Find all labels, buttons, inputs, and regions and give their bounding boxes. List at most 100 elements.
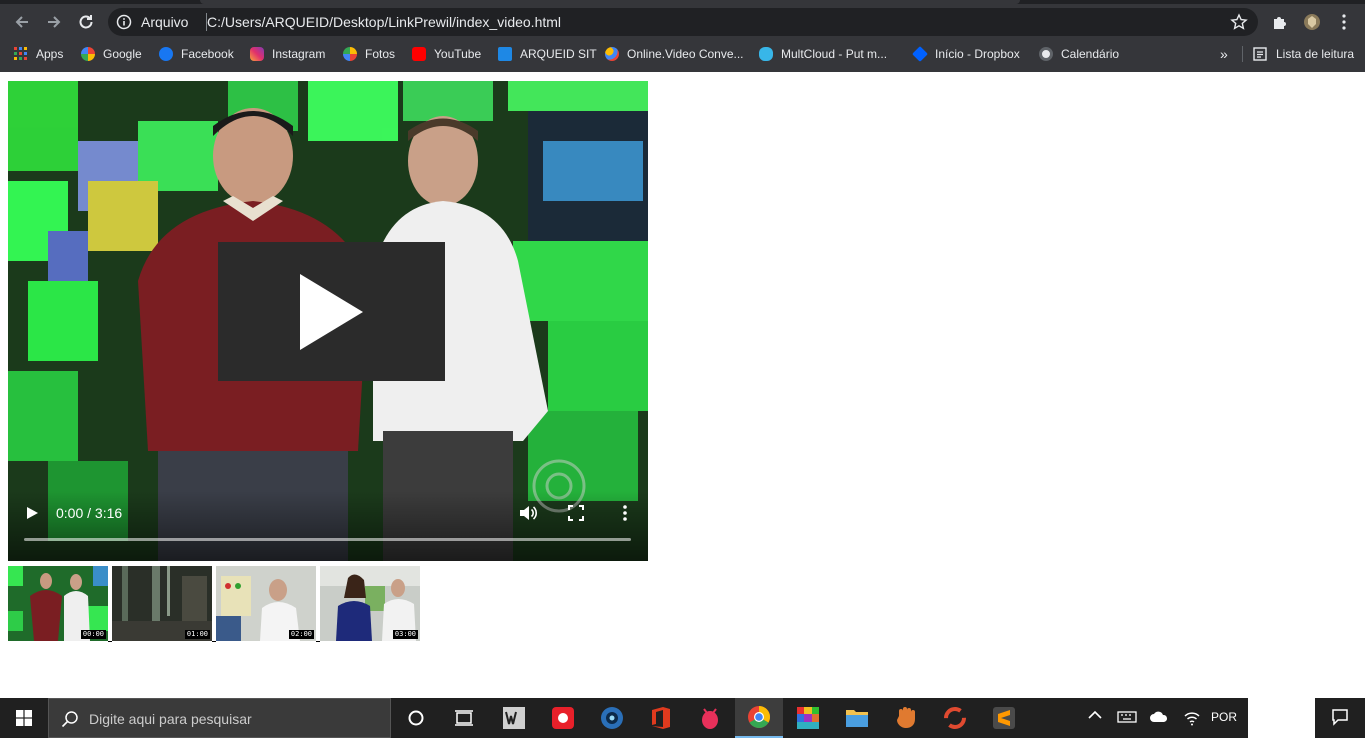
media-app-icon — [601, 707, 623, 729]
chapter-thumbnail[interactable]: 03:00 — [320, 566, 420, 641]
video-player[interactable]: 0:00 / 3:16 — [8, 81, 648, 561]
show-hidden-icons-button[interactable] — [1085, 710, 1105, 720]
link-underline — [108, 641, 112, 642]
keyboard-tray-button[interactable] — [1116, 710, 1138, 724]
extensions-button[interactable] — [1270, 12, 1290, 32]
notification-icon — [1332, 709, 1348, 726]
glove-icon — [897, 707, 915, 728]
controls-overlay — [8, 491, 648, 561]
chrome-icon — [748, 706, 770, 728]
menu-button[interactable] — [1334, 12, 1354, 32]
windows-start-icon[interactable] — [16, 710, 32, 726]
chevron-up-icon — [1088, 710, 1102, 719]
taskbar-app-word[interactable] — [490, 698, 538, 738]
security-label: Arquivo — [141, 14, 189, 30]
bookmark-instagram[interactable]: Instagram — [250, 45, 325, 63]
taskbar-app-media[interactable] — [588, 698, 636, 738]
folder-icon — [846, 710, 868, 727]
fullscreen-icon[interactable] — [567, 504, 585, 522]
taskbar-app-office[interactable] — [637, 698, 685, 738]
apps-grid-icon — [14, 47, 27, 60]
taskbar-app-ring[interactable] — [931, 698, 979, 738]
big-play-button[interactable] — [218, 242, 445, 381]
kebab-menu-icon — [1342, 14, 1346, 30]
bookmark-fotos[interactable]: Fotos — [343, 45, 395, 63]
taskbar-app-sublime[interactable] — [980, 698, 1028, 738]
search-placeholder: Digite aqui para pesquisar — [89, 711, 252, 727]
facebook-icon — [159, 47, 173, 61]
photos-icon — [343, 47, 357, 61]
bookmark-label: Apps — [36, 47, 64, 61]
language-indicator[interactable]: POR — [1208, 710, 1240, 724]
taskbar-search-box[interactable]: Digite aqui para pesquisar — [48, 698, 391, 738]
taskbar: Digite aqui para pesquisar POR — [0, 698, 1248, 738]
bookmark-calendario[interactable]: Calendário — [1039, 45, 1119, 63]
task-view-button[interactable] — [440, 698, 488, 738]
more-options-icon[interactable] — [616, 504, 634, 522]
taskbar-app-explorer[interactable] — [833, 698, 881, 738]
chapter-thumbnail[interactable]: 01:00 — [112, 566, 212, 641]
action-center-button[interactable] — [1323, 708, 1357, 726]
cortana-button[interactable] — [392, 698, 440, 738]
taskbar-app-globoplay[interactable] — [539, 698, 587, 738]
bookmark-online-video[interactable]: Online.Video Conve... — [605, 45, 744, 63]
chapter-thumbnail[interactable]: 02:00 — [216, 566, 316, 641]
avatar-icon — [1304, 14, 1320, 30]
task-view-icon — [455, 710, 473, 726]
keyboard-icon — [1117, 711, 1137, 723]
bookmark-youtube[interactable]: YouTube — [412, 45, 481, 63]
office-icon — [652, 707, 670, 729]
bookmark-label: Google — [103, 47, 142, 61]
taskbar-app-glove[interactable] — [882, 698, 930, 738]
address-bar[interactable]: Arquivo C:/Users/ARQUEID/Desktop/LinkPre… — [108, 8, 1258, 36]
thumbnail-timestamp: 00:00 — [80, 630, 106, 639]
active-tab[interactable] — [200, 0, 1020, 4]
back-button[interactable] — [10, 10, 34, 34]
bookmark-apps[interactable]: Apps — [14, 45, 63, 63]
play-icon[interactable] — [24, 505, 40, 521]
ring-app-icon — [944, 707, 966, 729]
chapter-thumbnail[interactable]: 00:00 — [8, 566, 108, 641]
bookmark-multcloud[interactable]: MultCloud - Put m... — [759, 45, 887, 63]
bookmark-facebook[interactable]: Facebook — [159, 45, 234, 63]
bookmarks-overflow-button[interactable]: » — [1220, 45, 1228, 63]
profile-button[interactable] — [1302, 12, 1322, 32]
dropbox-icon — [912, 46, 928, 62]
bookmark-google[interactable]: Google — [81, 45, 142, 63]
online-video-icon — [605, 47, 619, 61]
reading-list-label: Lista de leitura — [1276, 47, 1355, 61]
star-icon[interactable] — [1230, 13, 1248, 31]
bookmark-label: Calendário — [1061, 47, 1120, 61]
network-tray-button[interactable] — [1181, 710, 1203, 726]
reload-icon — [79, 15, 93, 29]
reading-list-button[interactable]: Lista de leitura — [1253, 45, 1354, 63]
bookmark-label: YouTube — [434, 47, 482, 61]
bookmark-label: Facebook — [181, 47, 234, 61]
onedrive-tray-button[interactable] — [1148, 710, 1170, 724]
wn-icon — [498, 47, 512, 61]
link-underline — [316, 641, 320, 642]
bookmark-label: ARQUEID SIT — [520, 47, 597, 61]
reload-button[interactable] — [74, 10, 98, 34]
bookmarks-divider — [1242, 46, 1243, 62]
bookmark-arqueid[interactable]: ARQUEID SIT — [498, 45, 597, 63]
cloud-icon — [1150, 711, 1168, 722]
info-icon[interactable] — [116, 14, 132, 30]
volume-icon[interactable] — [518, 503, 538, 523]
thumbnail-timestamp: 02:00 — [288, 630, 314, 639]
arrow-right-icon — [48, 16, 61, 28]
bookmarks-bar: Apps Google Facebook Instagram Fotos You… — [0, 40, 1365, 68]
color-palette-icon — [797, 707, 819, 729]
forward-button[interactable] — [42, 10, 66, 34]
sublime-icon — [993, 707, 1015, 729]
instagram-icon — [250, 47, 264, 61]
url-text[interactable]: C:/Users/ARQUEID/Desktop/LinkPrewil/inde… — [207, 14, 561, 30]
progress-bar[interactable] — [24, 538, 631, 541]
taskbar-app-chrome[interactable] — [735, 698, 783, 738]
google-icon — [81, 47, 95, 61]
taskbar-app-bug[interactable] — [686, 698, 734, 738]
bookmark-dropbox[interactable]: Início - Dropbox — [912, 45, 1020, 63]
globe-icon — [1039, 47, 1053, 61]
taskbar-app-palette[interactable] — [784, 698, 832, 738]
time-display: 0:00 / 3:16 — [56, 505, 123, 521]
